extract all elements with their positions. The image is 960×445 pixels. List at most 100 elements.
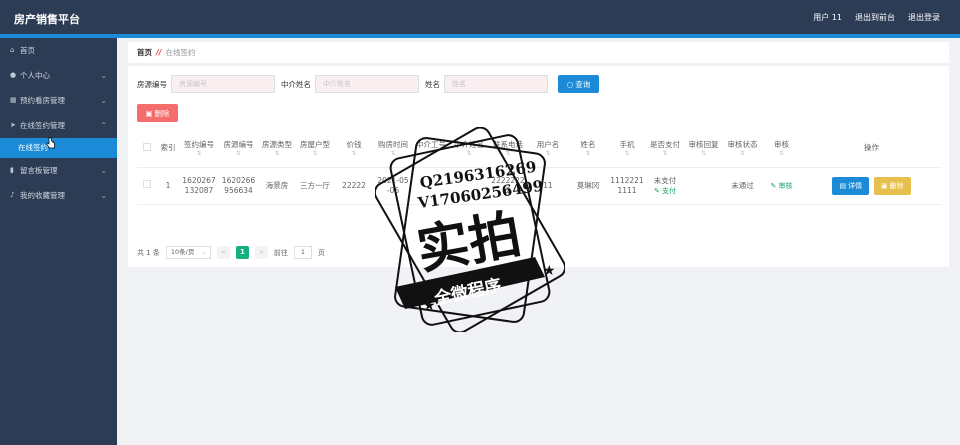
page-size-select[interactable]: 10条/页 ⌄: [165, 246, 211, 259]
cell-reply: [684, 167, 723, 205]
column-header[interactable]: 审核回复 ⇅: [684, 130, 723, 168]
sort-icon: ⇅: [700, 149, 707, 157]
home-icon: ⌂: [10, 46, 15, 54]
row-delete-button[interactable]: ▣ 删除: [873, 176, 911, 195]
cell-house-no: 1620266956634: [219, 167, 258, 205]
search-bar: 房源编号 房源编号 中介姓名 中介姓名 姓名 姓名 ○ 查询: [137, 75, 599, 93]
sort-icon: ⇅: [585, 149, 591, 157]
select-all-checkbox[interactable]: [137, 130, 157, 168]
cell-index: 1: [157, 167, 179, 205]
cell-contract-no: 1620267132087: [179, 167, 219, 205]
top-bar: 房产销售平台 用户 11 退出到前台 退出登录: [0, 0, 960, 34]
total-count: 共 1 条: [137, 248, 160, 257]
name-input[interactable]: 姓名: [444, 75, 548, 93]
pay-link[interactable]: ✎ 支付: [648, 186, 682, 196]
column-header: 索引: [157, 130, 179, 168]
cell-review: ✎ 审核: [762, 167, 801, 205]
mic-icon: ♪: [10, 191, 15, 199]
column-header[interactable]: 姓名 ⇅: [568, 130, 608, 168]
sidebar: ⌂ 首页 ● 个人中心 ⌄ ▦ 预约看房管理 ⌄ ➤ 在线签约管理 ⌃ 在线签约…: [0, 38, 117, 445]
column-header[interactable]: 是否支付 ⇅: [646, 130, 684, 168]
column-header[interactable]: 审核 ⇅: [762, 130, 801, 168]
search-icon: ○: [566, 79, 574, 89]
star-icon: ★: [423, 298, 436, 314]
sidebar-subitem-label: 在线签约: [18, 143, 48, 152]
column-header[interactable]: 签约编号 ⇅: [179, 130, 219, 168]
sidebar-subitem-online-contract[interactable]: 在线签约: [0, 138, 117, 158]
cell-layout: 三方一厅: [296, 167, 334, 205]
trash-icon: ▣: [880, 181, 888, 190]
sort-icon: ⇅: [274, 149, 280, 157]
cell-actions: ▤ 详情 ▣ 删除: [801, 167, 942, 205]
cell-house-type: 海景房: [258, 167, 296, 205]
column-header[interactable]: 审核状态 ⇅: [723, 130, 762, 168]
sort-icon: ⇅: [624, 149, 630, 157]
hand-cursor-icon: [46, 137, 55, 149]
next-page-button[interactable]: >: [254, 246, 268, 259]
cell-mobile: 11122211111: [608, 167, 646, 205]
paid-status: 未支付: [653, 175, 677, 185]
send-icon: ➤: [10, 121, 16, 129]
sidebar-item-label: 首页: [20, 46, 35, 55]
pagination: 共 1 条 10条/页 ⌄ < 1 > 前往 1 页: [137, 246, 325, 259]
app-title: 房产销售平台: [14, 13, 80, 26]
name-label: 姓名: [425, 79, 440, 89]
breadcrumb: 首页 // 在线签约: [128, 42, 949, 63]
detail-button[interactable]: ▤ 详情: [832, 176, 870, 195]
edit-icon: ✎: [770, 181, 777, 190]
query-button[interactable]: ○ 查询: [558, 75, 599, 93]
chevron-down-icon: ⌄: [100, 96, 107, 105]
sidebar-item-label: 留言板管理: [20, 166, 58, 175]
column-header[interactable]: 价钱 ⇅: [334, 130, 374, 168]
sidebar-item-home[interactable]: ⌂ 首页: [0, 38, 117, 63]
goto-label: 前往: [273, 248, 288, 257]
bulk-delete-label: 删除: [154, 108, 170, 118]
column-header[interactable]: 房源类型 ⇅: [258, 130, 296, 168]
sidebar-item-messages[interactable]: ▮ 留言板管理 ⌄: [0, 158, 117, 183]
star-icon: ★: [543, 263, 556, 279]
sort-icon: ⇅: [778, 149, 785, 157]
logout-link[interactable]: 退出登录: [908, 12, 940, 23]
sidebar-item-favorites[interactable]: ♪ 我的收藏管理 ⌄: [0, 183, 117, 208]
column-header[interactable]: 手机 ⇅: [608, 130, 646, 168]
bulk-delete-button[interactable]: ▣ 删除: [137, 104, 178, 122]
house-no-label: 房源编号: [137, 79, 167, 89]
breadcrumb-home[interactable]: 首页: [137, 47, 152, 58]
chevron-down-icon: ⌄: [201, 248, 207, 256]
chevron-down-icon: ⌄: [100, 166, 107, 175]
back-to-front-link[interactable]: 退出到前台: [855, 12, 895, 23]
sidebar-item-profile[interactable]: ● 个人中心 ⌄: [0, 63, 117, 88]
current-user: 用户 11: [813, 13, 842, 22]
sidebar-item-label: 预约看房管理: [20, 96, 65, 105]
cell-status: 未通过: [723, 167, 762, 205]
column-header: 操作: [801, 130, 942, 168]
top-bar-actions: 用户 11 退出到前台 退出登录: [813, 12, 940, 23]
sidebar-item-contracts[interactable]: ➤ 在线签约管理 ⌃: [0, 113, 117, 138]
cell-paid: 未支付 ✎ 支付: [646, 167, 684, 205]
column-header[interactable]: 房源编号 ⇅: [219, 130, 258, 168]
prev-page-button[interactable]: <: [216, 246, 230, 259]
query-button-label: 查询: [575, 79, 591, 89]
review-link[interactable]: ✎ 审核: [770, 182, 792, 190]
sidebar-item-label: 我的收藏管理: [20, 191, 65, 200]
cell-name: 莫琳冈: [568, 167, 608, 205]
agent-name-input[interactable]: 中介姓名: [315, 75, 419, 93]
current-page[interactable]: 1: [235, 246, 249, 259]
document-icon: ▤: [839, 181, 847, 190]
house-no-input[interactable]: 房源编号: [171, 75, 275, 93]
column-header[interactable]: 房屋户型 ⇅: [296, 130, 334, 168]
sort-icon: ⇅: [351, 149, 357, 157]
breadcrumb-separator: //: [156, 48, 162, 57]
chevron-up-icon: ⌃: [100, 121, 107, 130]
watermark-stamp: Q2196316269 V17060256499 实拍 全微程序 ★ ★: [375, 127, 565, 332]
cell-price: 22222: [334, 167, 374, 205]
goto-page-input[interactable]: 1: [293, 246, 312, 259]
chart-icon: ▮: [10, 166, 14, 174]
grid-icon: ▦: [10, 96, 17, 104]
row-checkbox[interactable]: [137, 167, 157, 205]
breadcrumb-current: 在线签约: [165, 48, 196, 57]
sidebar-item-viewing[interactable]: ▦ 预约看房管理 ⌄: [0, 88, 117, 113]
agent-name-label: 中介姓名: [281, 79, 311, 89]
chevron-down-icon: ⌄: [100, 71, 107, 80]
trash-icon: ▣: [145, 108, 153, 118]
